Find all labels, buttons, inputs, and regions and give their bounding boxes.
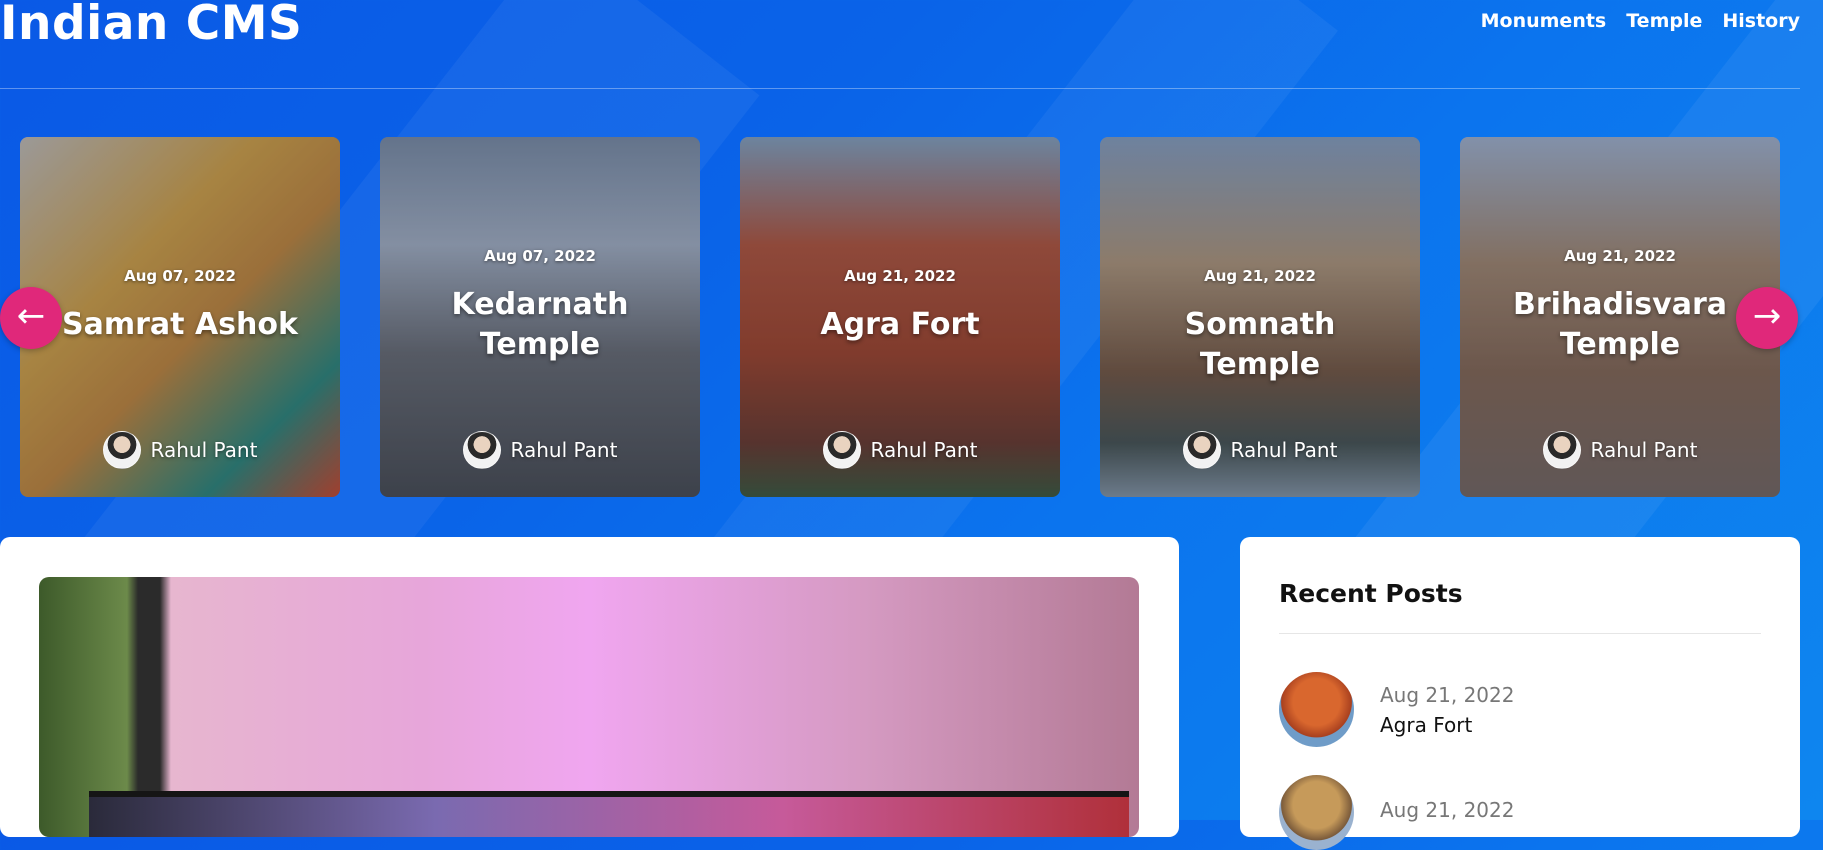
- card-date: Aug 21, 2022: [1204, 267, 1316, 285]
- post-title[interactable]: Agra Fort: [1380, 713, 1514, 737]
- arrow-right-icon: →: [1752, 296, 1782, 336]
- card-title[interactable]: Somnath Temple: [1100, 305, 1420, 385]
- author-avatar: [1182, 431, 1221, 469]
- post-date: Aug 21, 2022: [1380, 682, 1515, 707]
- author-name: Rahul Pant: [150, 438, 258, 462]
- card-date: Aug 07, 2022: [484, 247, 596, 265]
- monitors-graphic: [89, 791, 1129, 837]
- recent-post-item[interactable]: Aug 21, 2022: [1279, 775, 1514, 850]
- author-avatar: [1542, 431, 1581, 469]
- carousel-next-button[interactable]: →: [1736, 287, 1798, 349]
- carousel-card[interactable]: Aug 21, 2022 Somnath Temple Rahul Pant: [1100, 137, 1420, 497]
- recent-posts-title: Recent Posts: [1279, 579, 1463, 608]
- author-name: Rahul Pant: [510, 438, 618, 462]
- carousel-card[interactable]: Aug 21, 2022 Brihadisvara Temple Rahul P…: [1460, 137, 1780, 497]
- author-avatar: [462, 431, 501, 469]
- card-author: Rahul Pant: [1100, 431, 1420, 469]
- card-author: Rahul Pant: [20, 431, 340, 469]
- nav-temple[interactable]: Temple: [1626, 10, 1702, 32]
- author-name: Rahul Pant: [870, 438, 978, 462]
- carousel-card[interactable]: Aug 07, 2022 Kedarnath Temple Rahul Pant: [380, 137, 700, 497]
- card-title[interactable]: Brihadisvara Temple: [1460, 285, 1780, 365]
- author-name: Rahul Pant: [1230, 438, 1338, 462]
- carousel-prev-button[interactable]: ←: [0, 287, 62, 349]
- nav-history[interactable]: History: [1722, 10, 1800, 32]
- author-avatar: [102, 431, 141, 469]
- divider: [1279, 633, 1761, 634]
- site-brand[interactable]: Indian CMS: [0, 0, 302, 51]
- card-author: Rahul Pant: [740, 431, 1060, 469]
- main-nav: Monuments Temple History: [1481, 10, 1800, 32]
- carousel-card[interactable]: Aug 21, 2022 Agra Fort Rahul Pant: [740, 137, 1060, 497]
- recent-posts-panel: Recent Posts Aug 21, 2022 Agra Fort Aug …: [1240, 537, 1800, 850]
- carousel-card[interactable]: Aug 07, 2022 Samrat Ashok Rahul Pant: [20, 137, 340, 497]
- arrow-left-icon: ←: [16, 296, 46, 336]
- recent-post-item[interactable]: Aug 21, 2022 Agra Fort: [1279, 672, 1514, 747]
- post-date: Aug 21, 2022: [1380, 797, 1515, 822]
- author-name: Rahul Pant: [1590, 438, 1698, 462]
- author-avatar: [822, 431, 861, 469]
- site-header: Indian CMS Monuments Temple History: [0, 0, 1800, 89]
- card-date: Aug 07, 2022: [124, 267, 236, 285]
- post-thumbnail[interactable]: [1279, 672, 1354, 747]
- post-thumbnail[interactable]: [1279, 775, 1354, 850]
- nav-monuments[interactable]: Monuments: [1481, 10, 1607, 32]
- card-title[interactable]: Kedarnath Temple: [380, 285, 700, 365]
- featured-image[interactable]: [39, 577, 1139, 837]
- card-title[interactable]: Agra Fort: [740, 305, 1060, 345]
- card-author: Rahul Pant: [1460, 431, 1780, 469]
- card-date: Aug 21, 2022: [1564, 247, 1676, 265]
- card-date: Aug 21, 2022: [844, 267, 956, 285]
- card-author: Rahul Pant: [380, 431, 700, 469]
- featured-post-panel: [0, 537, 1179, 837]
- card-title[interactable]: Samrat Ashok: [20, 305, 340, 345]
